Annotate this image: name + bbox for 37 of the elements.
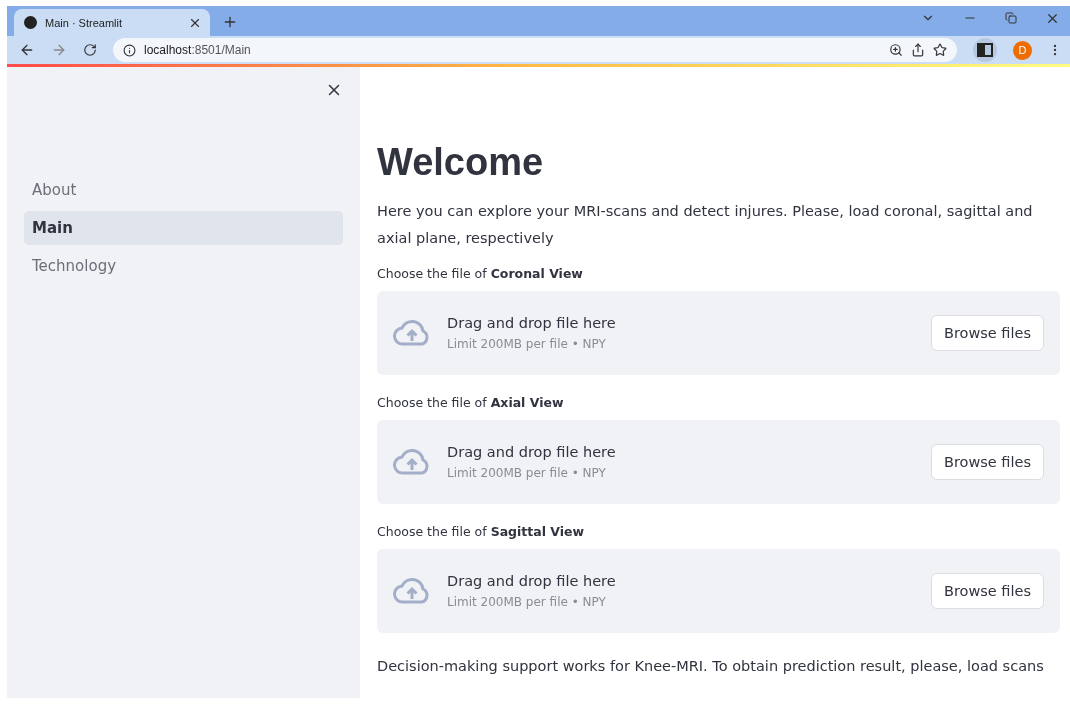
browser-tab[interactable]: Main · Streamlit bbox=[14, 9, 210, 36]
sidebar-item[interactable]: Technology bbox=[24, 249, 343, 283]
uploader-label: Choose the file of Axial View bbox=[377, 395, 565, 410]
restore-icon[interactable] bbox=[1005, 10, 1017, 26]
file-dropzone[interactable]: Drag and drop file here Limit 200MB per file • NPY Browse files bbox=[377, 420, 1060, 504]
limit-text: Limit 200MB per file • NPY bbox=[447, 466, 607, 480]
back-icon[interactable] bbox=[19, 42, 35, 58]
zoom-icon[interactable] bbox=[889, 43, 903, 57]
info-icon bbox=[123, 43, 136, 57]
reload-icon[interactable] bbox=[83, 43, 97, 57]
address-bar[interactable]: localhost:8501/Main bbox=[113, 38, 957, 62]
star-icon[interactable] bbox=[933, 43, 947, 57]
upload-cloud-icon bbox=[393, 448, 431, 476]
drop-text: Drag and drop file here bbox=[447, 573, 617, 589]
browse-files-button[interactable]: Browse files bbox=[930, 573, 1044, 609]
side-panel-button[interactable] bbox=[973, 38, 997, 62]
drop-text: Drag and drop file here bbox=[447, 444, 617, 460]
uploader-label: Choose the file of Sagittal View bbox=[377, 524, 586, 539]
page-title: Welcome bbox=[377, 141, 545, 184]
share-icon[interactable] bbox=[911, 43, 925, 57]
footer-text: Decision-making support works for Knee-MRI. To obtain prediction result, please, load scans bbox=[377, 657, 1045, 676]
browse-files-button[interactable]: Browse files bbox=[930, 444, 1044, 480]
url-host: localhost bbox=[144, 43, 192, 57]
file-dropzone[interactable]: Drag and drop file here Limit 200MB per file • NPY Browse files bbox=[377, 549, 1060, 633]
file-dropzone[interactable]: Drag and drop file here Limit 200MB per file • NPY Browse files bbox=[377, 291, 1060, 375]
browse-files-button[interactable]: Browse files bbox=[930, 315, 1044, 351]
upload-cloud-icon bbox=[393, 577, 431, 605]
url-path: :8501/Main bbox=[191, 43, 251, 57]
uploader-label: Choose the file of Coronal View bbox=[377, 266, 584, 281]
intro-text: Here you can explore your MRI-scans and detect injures. Please, load coronal, sagittal and axial plane, respectively bbox=[377, 202, 1034, 248]
drop-text: Drag and drop file here bbox=[447, 315, 617, 331]
sidebar-item[interactable]: About bbox=[24, 173, 343, 207]
sidebar-item[interactable]: Main bbox=[24, 211, 343, 245]
limit-text: Limit 200MB per file • NPY bbox=[447, 595, 607, 609]
upload-cloud-icon bbox=[393, 319, 431, 347]
limit-text: Limit 200MB per file • NPY bbox=[447, 337, 607, 351]
new-tab-icon[interactable] bbox=[222, 14, 238, 30]
